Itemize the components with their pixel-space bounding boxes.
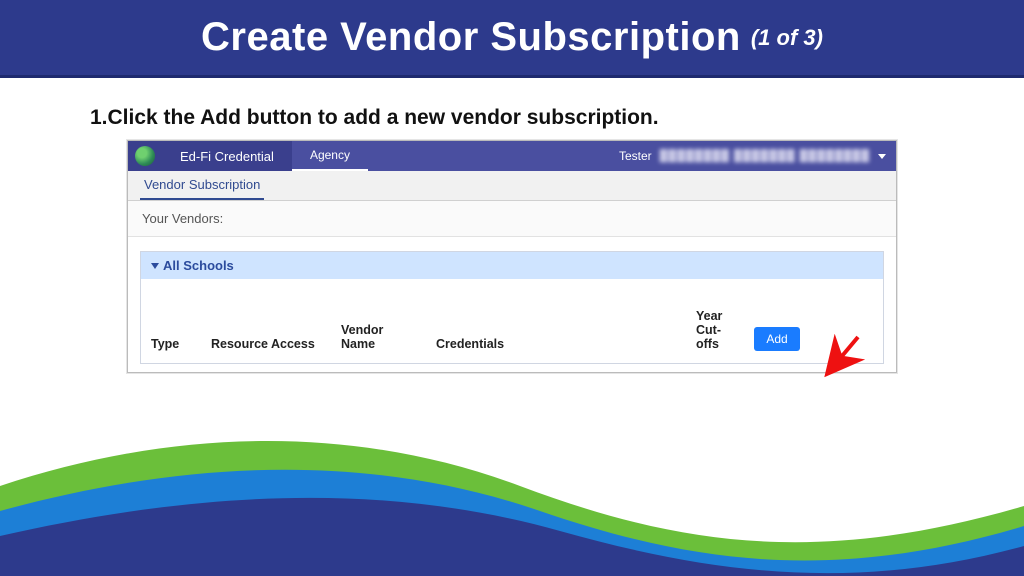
chevron-down-icon bbox=[151, 263, 159, 269]
col-credentials: Credentials bbox=[426, 307, 686, 363]
col-year-cutoffs: Year Cut-offs bbox=[686, 279, 741, 363]
add-button[interactable]: Add bbox=[754, 327, 799, 351]
app-brand: Ed-Fi Credential bbox=[162, 141, 292, 171]
col-resource-access: Resource Access bbox=[201, 307, 331, 363]
your-vendors-label: Your Vendors: bbox=[128, 201, 896, 237]
all-schools-toggle[interactable]: All Schools bbox=[141, 252, 883, 279]
nav-agency-label: Agency bbox=[310, 148, 350, 162]
app-logo bbox=[128, 141, 162, 171]
app-screenshot: Ed-Fi Credential Agency Tester ████████ … bbox=[127, 140, 897, 373]
globe-icon bbox=[135, 146, 155, 166]
page-tab-row: Vendor Subscription bbox=[128, 171, 896, 201]
user-role: Tester bbox=[619, 149, 652, 163]
chevron-down-icon bbox=[878, 154, 886, 159]
app-top-bar: Ed-Fi Credential Agency Tester ████████ … bbox=[128, 141, 896, 171]
vendor-card-wrap: All Schools Type Resource Access Vendor … bbox=[128, 237, 896, 372]
add-button-label: Add bbox=[766, 332, 787, 346]
user-menu[interactable]: Tester ████████ ███████ ████████ bbox=[609, 141, 896, 171]
col-vendor-name: Vendor Name bbox=[331, 293, 426, 363]
slide-title-bar: Create Vendor Subscription (1 of 3) bbox=[0, 0, 1024, 78]
user-detail: ████████ ███████ ████████ bbox=[660, 150, 870, 162]
footer-wave bbox=[0, 416, 1024, 576]
tab-label: Vendor Subscription bbox=[144, 177, 260, 192]
instruction-text: 1.Click the Add button to add a new vend… bbox=[90, 106, 934, 130]
tab-vendor-subscription[interactable]: Vendor Subscription bbox=[140, 171, 264, 200]
slide-title: Create Vendor Subscription bbox=[201, 15, 741, 60]
nav-agency[interactable]: Agency bbox=[292, 141, 368, 171]
col-action: Add bbox=[741, 313, 811, 363]
vendor-card: All Schools Type Resource Access Vendor … bbox=[140, 251, 884, 364]
slide-step: (1 of 3) bbox=[751, 25, 823, 51]
vendor-table-header: Type Resource Access Vendor Name Credent… bbox=[141, 279, 883, 363]
panel-title: All Schools bbox=[163, 258, 234, 273]
col-type: Type bbox=[141, 307, 201, 363]
